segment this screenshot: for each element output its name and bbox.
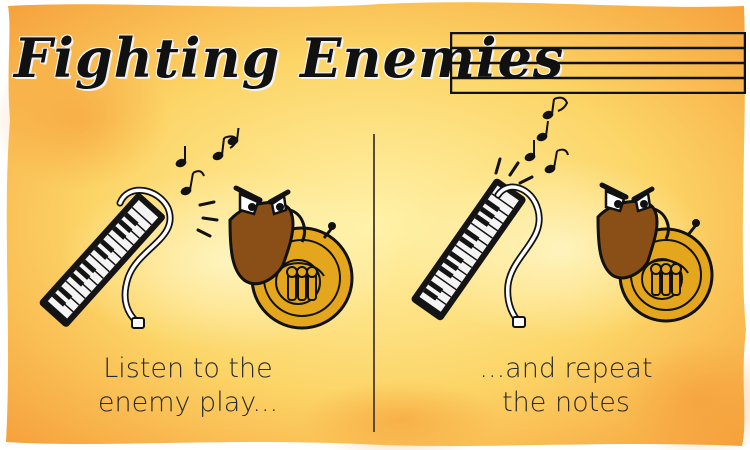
- keytar-icon: [411, 178, 543, 328]
- caption-line: Listen to the: [103, 353, 273, 384]
- sound-lines: [494, 157, 534, 185]
- french-horn-enemy-icon: [596, 182, 714, 323]
- caption-listen: Listen to the enemy play...: [38, 352, 338, 420]
- french-horn-enemy-icon: [228, 185, 354, 330]
- music-staff-icon: [450, 32, 746, 94]
- tutorial-card: Fighting Enemies Listen to the enemy pla…: [0, 0, 750, 450]
- caption-line: ...and repeat: [479, 353, 653, 384]
- caption-line: enemy play...: [97, 387, 279, 418]
- keytar-icon: [39, 186, 174, 329]
- sound-lines: [196, 200, 219, 238]
- page-title: Fighting Enemies: [14, 26, 565, 90]
- listen-scene: [39, 128, 354, 330]
- music-note-icon: [175, 128, 240, 196]
- caption-repeat: ...and repeat the notes: [416, 352, 716, 420]
- panel-divider: [373, 134, 375, 432]
- music-note-icon: [524, 96, 569, 174]
- repeat-scene: [411, 96, 714, 328]
- caption-line: the notes: [502, 387, 630, 418]
